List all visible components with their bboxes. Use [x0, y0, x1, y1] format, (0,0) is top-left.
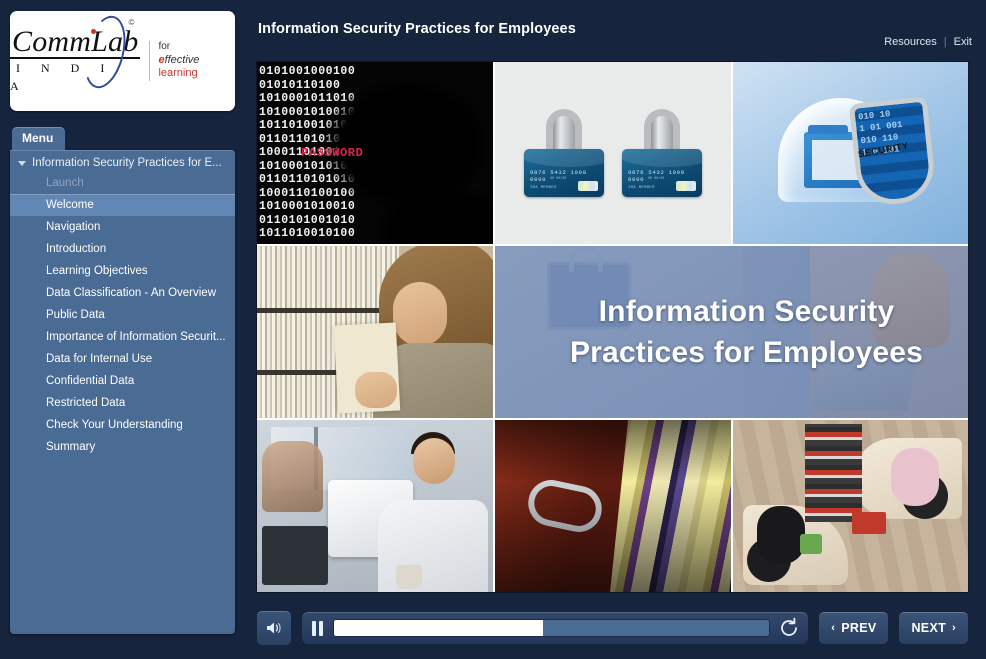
- green-tray: [799, 533, 822, 554]
- player-controls: ‹ PREV NEXT ›: [256, 604, 969, 652]
- sidebar-item-navigation[interactable]: Navigation: [10, 216, 235, 238]
- security-visor: 010 10 1 01 001 010 110 1 0 101 SECURITY: [848, 96, 937, 208]
- binary-code-password-image: 0101001000100 01010110100 1010001011010 …: [257, 62, 493, 244]
- sidebar-item-welcome[interactable]: Welcome: [10, 194, 235, 216]
- tree-root-node[interactable]: Information Security Practices for E...: [10, 154, 235, 172]
- shelf-bar-top: [257, 307, 399, 313]
- prev-button[interactable]: ‹ PREV: [818, 611, 890, 645]
- tree-root-label: Information Security Practices for E...: [32, 157, 222, 169]
- logo-registered-icon: ©: [128, 18, 135, 27]
- tagline-learning: learning: [158, 67, 198, 80]
- background-colleagues: [261, 441, 324, 512]
- image-collage: 0101001000100 01010110100 1010001011010 …: [257, 62, 968, 592]
- sidebar-item-learning-objectives[interactable]: Learning Objectives: [10, 260, 235, 282]
- sidebar-item-public-data[interactable]: Public Data: [10, 304, 235, 326]
- replay-icon: [781, 617, 798, 636]
- pause-button[interactable]: [310, 620, 325, 636]
- card-holder-2: IMA MEMBER: [628, 186, 655, 190]
- slide-title-line1: Information Security: [598, 295, 895, 328]
- password-text: PASSWORD: [301, 146, 364, 160]
- page-title: Information Security Practices for Emplo…: [258, 21, 576, 37]
- header-link-separator: |: [943, 36, 947, 48]
- slide-title-overlay: Information Security Practices for Emplo…: [495, 246, 968, 418]
- logo-tagline: for effective learning: [149, 41, 235, 81]
- exit-link[interactable]: Exit: [954, 36, 972, 48]
- progress-track[interactable]: [333, 619, 771, 637]
- sidebar-item-confidential-data[interactable]: Confidential Data: [10, 370, 235, 392]
- prev-button-label: PREV: [841, 621, 877, 635]
- slide-stage: 0101001000100 01010110100 1010001011010 …: [256, 61, 969, 593]
- chevron-down-icon[interactable]: [18, 160, 26, 166]
- woman-retrieving-files-image: [257, 246, 493, 418]
- next-button[interactable]: NEXT ›: [898, 611, 969, 645]
- header: Information Security Practices for Emplo…: [245, 0, 986, 58]
- chevron-right-icon: ›: [952, 622, 956, 634]
- replay-button[interactable]: [778, 617, 800, 639]
- padlock-card-2: 9876 5432 1000 0000 00 00/00 IMA MEMBER: [622, 109, 702, 197]
- card-hologram-icon: [578, 181, 598, 191]
- chevron-left-icon: ‹: [831, 622, 836, 634]
- office-workers-image: [257, 420, 493, 592]
- credit-card-1: 9876 5432 1000 0000 00 00/00 IMA MEMBER: [524, 149, 604, 197]
- padlock-credit-cards-image: 9876 5432 1000 0000 00 00/00 IMA MEMBER …: [495, 62, 731, 244]
- card-expiry-1: 00 00/00: [550, 177, 567, 181]
- tagline-ffective: ffective: [164, 53, 200, 66]
- tagline-for: for: [158, 41, 171, 52]
- dome-composition: 010 10 1 01 001 010 110 1 0 101 SECURITY: [777, 96, 937, 208]
- padlock-shackle-icon: [644, 109, 680, 153]
- card-hologram-icon: [676, 181, 696, 191]
- red-binder: [851, 511, 886, 534]
- aerial-office-desks-image: [733, 420, 968, 592]
- dark-monitor: [261, 525, 328, 586]
- header-links: Resources | Exit: [884, 36, 972, 48]
- card-holder-1: IMA MEMBER: [530, 186, 557, 190]
- seek-bar-container: [301, 611, 810, 645]
- menu-panel: Information Security Practices for E... …: [10, 150, 235, 634]
- sidebar-item-importance-of-info-security[interactable]: Importance of Information Securit...: [10, 326, 235, 348]
- padlock-card-1: 9876 5432 1000 0000 00 00/00 IMA MEMBER: [524, 109, 604, 197]
- sidebar-item-summary[interactable]: Summary: [10, 436, 235, 458]
- sidebar-item-restricted-data[interactable]: Restricted Data: [10, 392, 235, 414]
- logo-wordmark: CommLab I N D I A ©: [10, 11, 141, 95]
- sidebar: CommLab I N D I A © for effective learni…: [0, 0, 245, 659]
- shelving-unit: [804, 423, 863, 523]
- sidebar-item-check-your-understanding[interactable]: Check Your Understanding: [10, 414, 235, 436]
- progress-fill: [334, 620, 543, 636]
- slide-title-line2: Practices for Employees: [569, 336, 924, 369]
- speaker-icon: [267, 622, 281, 634]
- card-expiry-2: 00 00/00: [648, 177, 665, 181]
- man-shirt: [378, 500, 489, 592]
- next-button-label: NEXT: [911, 621, 947, 635]
- volume-button[interactable]: [256, 610, 292, 646]
- person-left: [756, 506, 805, 565]
- woman-face: [393, 282, 447, 346]
- woman-hand: [355, 372, 397, 408]
- resources-link[interactable]: Resources: [884, 36, 937, 48]
- man-head: [413, 437, 456, 484]
- sidebar-item-introduction[interactable]: Introduction: [10, 238, 235, 260]
- security-folder-dome-image: 010 10 1 01 001 010 110 1 0 101 SECURITY: [733, 62, 968, 244]
- slide-title: Information Security Practices for Emplo…: [495, 246, 968, 418]
- credit-card-2: 9876 5432 1000 0000 00 00/00 IMA MEMBER: [622, 149, 702, 197]
- sidebar-item-launch[interactable]: Launch: [10, 172, 235, 194]
- coffee-cup: [396, 564, 423, 589]
- file-cabinet-folders-image: [495, 420, 731, 592]
- sidebar-item-data-classification[interactable]: Data Classification - An Overview: [10, 282, 235, 304]
- menu-tab[interactable]: Menu: [12, 127, 66, 150]
- sidebar-item-data-for-internal-use[interactable]: Data for Internal Use: [10, 348, 235, 370]
- commlab-logo: CommLab I N D I A © for effective learni…: [10, 11, 235, 111]
- padlock-shackle-icon: [546, 109, 582, 153]
- person-right: [890, 448, 939, 507]
- cabinet-shadow: [495, 420, 731, 592]
- course-player: CommLab I N D I A © for effective learni…: [0, 0, 986, 659]
